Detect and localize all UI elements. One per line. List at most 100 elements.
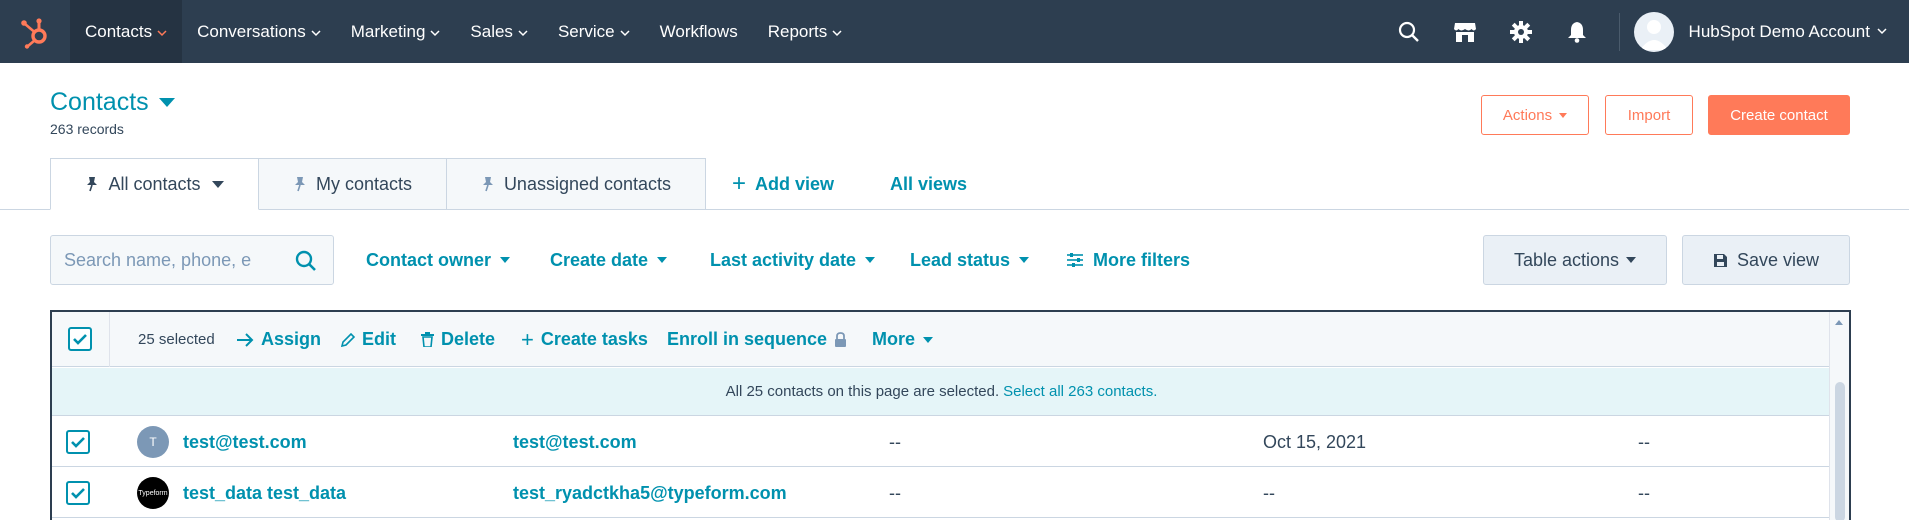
chevron-down-icon	[430, 22, 440, 42]
account-menu[interactable]: HubSpot Demo Account	[1633, 11, 1909, 52]
nav-conversations[interactable]: Conversations	[182, 0, 336, 63]
import-button[interactable]: Import	[1605, 95, 1693, 135]
chevron-down-icon	[1877, 28, 1887, 35]
account-name: HubSpot Demo Account	[1688, 21, 1870, 41]
checkmark-icon	[73, 333, 87, 345]
page-title-label: Contacts	[50, 88, 149, 116]
page-title[interactable]: Contacts	[50, 88, 175, 117]
nav-workflows[interactable]: Workflows	[645, 0, 753, 63]
last-activity-date-label: Last activity date	[710, 249, 857, 270]
nav-marketing[interactable]: Marketing	[336, 0, 456, 63]
nav-sales[interactable]: Sales	[455, 0, 543, 63]
save-view-button[interactable]: Save view	[1682, 235, 1850, 285]
chevron-down-icon	[620, 22, 630, 42]
search-field[interactable]	[50, 235, 334, 285]
edit-label: Edit	[362, 329, 396, 349]
caret-down-icon	[1019, 257, 1030, 263]
avatar: T	[137, 426, 169, 458]
more-filters-label: More filters	[1093, 249, 1191, 270]
assign-button[interactable]: Assign	[236, 312, 321, 367]
plus-icon: +	[732, 170, 747, 197]
last-activity-date-filter[interactable]: Last activity date	[710, 235, 876, 285]
table-scrollbar[interactable]	[1829, 312, 1849, 520]
bulk-actions-bar: 25 selected Assign Edit Delete + Create …	[52, 312, 1831, 367]
lock-icon	[834, 332, 847, 347]
actions-label: Actions	[1502, 106, 1553, 124]
tab-my-contacts[interactable]: My contacts	[258, 158, 447, 210]
lead-status-filter[interactable]: Lead status	[910, 235, 1030, 285]
tab-unassigned-contacts[interactable]: Unassigned contacts	[446, 158, 706, 210]
nav-contacts[interactable]: Contacts	[70, 0, 183, 63]
pin-icon	[85, 176, 99, 192]
row-checkbox[interactable]	[66, 481, 90, 505]
selected-count: 25 selected	[138, 331, 215, 348]
edit-button[interactable]: Edit	[341, 312, 396, 367]
tab-my-contacts-label: My contacts	[315, 173, 413, 194]
record-count: 263 records	[50, 121, 124, 137]
phone-cell: --	[889, 431, 901, 452]
date-cell: Oct 15, 2021	[1263, 431, 1367, 452]
enroll-label: Enroll in sequence	[667, 329, 828, 349]
tab-all-contacts[interactable]: All contacts	[50, 158, 259, 210]
selection-notice: All 25 contacts on this page are selecte…	[52, 368, 1831, 416]
nav-workflows-label: Workflows	[659, 21, 738, 41]
row-checkbox[interactable]	[66, 430, 90, 454]
caret-down-icon	[500, 257, 511, 263]
search-icon[interactable]	[295, 250, 317, 277]
caret-down-icon	[865, 257, 876, 263]
marketplace-icon[interactable]	[1437, 0, 1493, 63]
nav-service[interactable]: Service	[543, 0, 645, 63]
search-icon[interactable]	[1381, 0, 1437, 63]
chevron-down-icon	[311, 22, 321, 42]
chevron-down-icon	[157, 22, 167, 42]
notifications-bell-icon[interactable]	[1549, 0, 1605, 63]
settings-gear-icon[interactable]	[1493, 0, 1549, 63]
nav-marketing-label: Marketing	[350, 21, 426, 41]
table-row[interactable]: Typeform test_data test_data test_ryadct…	[52, 468, 1831, 518]
nav-sales-label: Sales	[470, 21, 513, 41]
delete-button[interactable]: Delete	[421, 312, 495, 367]
plus-icon: +	[521, 326, 534, 352]
contact-name-link[interactable]: test@test.com	[183, 417, 307, 467]
contact-owner-filter[interactable]: Contact owner	[366, 235, 511, 285]
phone-cell: --	[889, 482, 901, 503]
checkmark-icon	[71, 487, 85, 499]
tab-unassigned-contacts-label: Unassigned contacts	[503, 173, 672, 194]
assign-label: Assign	[261, 329, 322, 349]
table-actions-label: Table actions	[1513, 249, 1620, 270]
contact-name-link[interactable]: test_data test_data	[183, 468, 346, 518]
contact-owner-label: Contact owner	[366, 249, 492, 270]
create-contact-button[interactable]: Create contact	[1708, 95, 1850, 135]
scroll-thumb[interactable]	[1835, 382, 1845, 520]
actions-button[interactable]: Actions	[1481, 95, 1589, 135]
more-button[interactable]: More	[872, 312, 934, 367]
more-label: More	[872, 329, 916, 349]
select-all-link[interactable]: Select all 263 contacts.	[1003, 383, 1157, 400]
table-actions-button[interactable]: Table actions	[1483, 235, 1667, 285]
nav-reports[interactable]: Reports	[753, 0, 858, 63]
nav-contacts-label: Contacts	[85, 21, 153, 41]
contact-email-link[interactable]: test_ryadctkha5@typeform.com	[513, 468, 787, 518]
save-view-label: Save view	[1736, 249, 1820, 270]
select-all-checkbox[interactable]	[68, 327, 92, 351]
hubspot-logo-icon[interactable]	[0, 0, 70, 63]
trash-icon	[421, 332, 434, 347]
save-icon	[1713, 253, 1728, 268]
create-tasks-button[interactable]: + Create tasks	[521, 312, 648, 367]
more-filters-button[interactable]: More filters	[1067, 235, 1190, 285]
contact-email-link[interactable]: test@test.com	[513, 417, 637, 467]
search-input[interactable]	[64, 249, 289, 271]
caret-down-icon	[1559, 112, 1568, 118]
add-view-label: Add view	[755, 173, 835, 194]
create-date-filter[interactable]: Create date	[550, 235, 668, 285]
all-views-link[interactable]: All views	[890, 158, 967, 210]
caret-down-icon	[1626, 257, 1637, 263]
arrow-right-icon	[236, 332, 254, 347]
nav-service-label: Service	[557, 21, 615, 41]
table-row[interactable]: T test@test.com test@test.com -- Oct 15,…	[52, 417, 1831, 467]
date-cell: --	[1263, 482, 1275, 503]
enroll-in-sequence-button[interactable]: Enroll in sequence	[667, 312, 847, 367]
add-view-button[interactable]: + Add view	[732, 158, 834, 210]
scroll-up-icon[interactable]	[1835, 320, 1843, 325]
create-date-label: Create date	[550, 249, 649, 270]
